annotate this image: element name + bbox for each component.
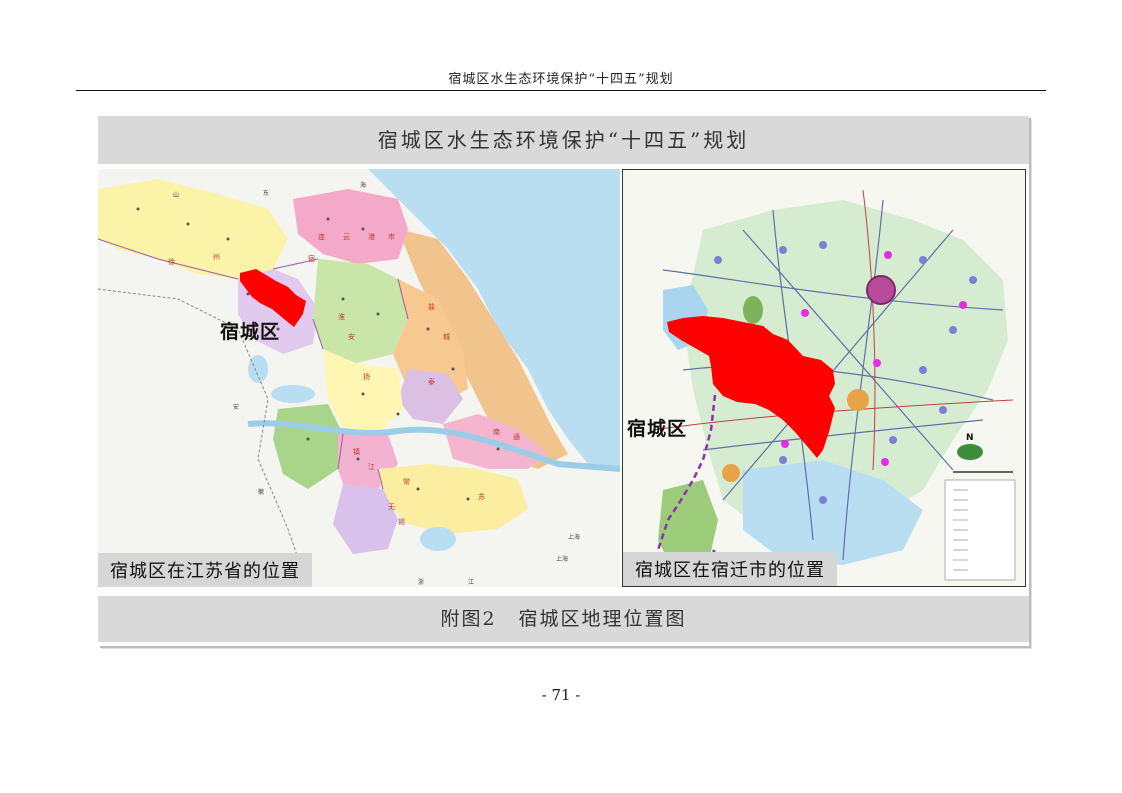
map-label-zhen: 镇 (353, 447, 360, 456)
map-label-yun: 云 (343, 233, 350, 241)
left-map-caption: 宿城区在江苏省的位置 (98, 553, 312, 587)
map-label-jiang: 江 (368, 463, 375, 471)
map-label-shandong-2: 东 (263, 189, 269, 197)
figure-caption: 附图2 宿城区地理位置图 (98, 596, 1029, 642)
jiangsu-province-map: 山 东 海 宿 徐 州 连 云 港 市 淮 安 盐 城 扬 泰 南 通 镇 江 … (98, 169, 620, 587)
map-label-cheng: 城 (443, 333, 450, 341)
map-label-xi: 锡 (398, 517, 405, 526)
running-header: 宿城区水生态环境保护“十四五”规划 (448, 72, 674, 87)
map-label-an-2: 安 (233, 403, 239, 411)
map-label-huai: 淮 (338, 312, 345, 321)
map-label-lian: 连 (318, 232, 325, 241)
map-label-shanghai-2: 上海 (556, 555, 568, 563)
figure-number: 附图2 (440, 608, 497, 630)
map-label-hui: 徽 (258, 488, 264, 496)
page-number: - 71 - (541, 686, 581, 704)
map-label-zhou: 州 (213, 253, 220, 261)
location-figure: 宿城区水生态环境保护“十四五”规划 山 东 海 宿 徐 州 连 云 港 市 淮 … (98, 116, 1029, 646)
right-map-caption: 宿城区在宿迁市的位置 (623, 552, 837, 586)
map-label-suzhou: 苏 (478, 492, 485, 501)
map-label-wu: 无 (388, 503, 395, 511)
sucheng-label-right: 宿城区 (627, 418, 688, 440)
map-label-gang: 港 (368, 232, 375, 241)
figure-caption-text: 宿城区地理位置图 (518, 608, 687, 630)
jiangsu-map-graphic: 山 东 海 宿 徐 州 连 云 港 市 淮 安 盐 城 扬 泰 南 通 镇 江 … (98, 169, 620, 587)
suqian-map-graphic: N (623, 170, 1025, 586)
suqian-city-map: N 宿城区 宿城区在宿迁市的位置 (622, 169, 1026, 587)
map-label-xu: 徐 (168, 257, 175, 266)
map-label-tai: 泰 (428, 377, 435, 386)
map-label-yang: 扬 (363, 372, 370, 381)
map-label-chang: 常 (403, 477, 410, 486)
header-rule (76, 90, 1046, 91)
sucheng-label-left: 宿城区 (220, 321, 281, 343)
compass-n: N (966, 433, 974, 443)
map-label-tong: 通 (513, 432, 520, 441)
map-label-shi-1: 市 (388, 232, 395, 241)
map-label-sea: 海 (360, 181, 366, 189)
map-label-yan: 盐 (428, 302, 435, 311)
map-label-shandong-1: 山 (173, 191, 179, 199)
map-label-an: 安 (348, 332, 355, 341)
map-label-zhe: 浙 (418, 578, 424, 586)
map-label-zhejiang: 江 (468, 579, 474, 586)
map-label-su: 宿 (308, 254, 315, 263)
map-label-nan: 南 (493, 427, 500, 436)
map-label-shanghai: 上海 (568, 533, 580, 541)
figure-title: 宿城区水生态环境保护“十四五”规划 (98, 116, 1029, 164)
